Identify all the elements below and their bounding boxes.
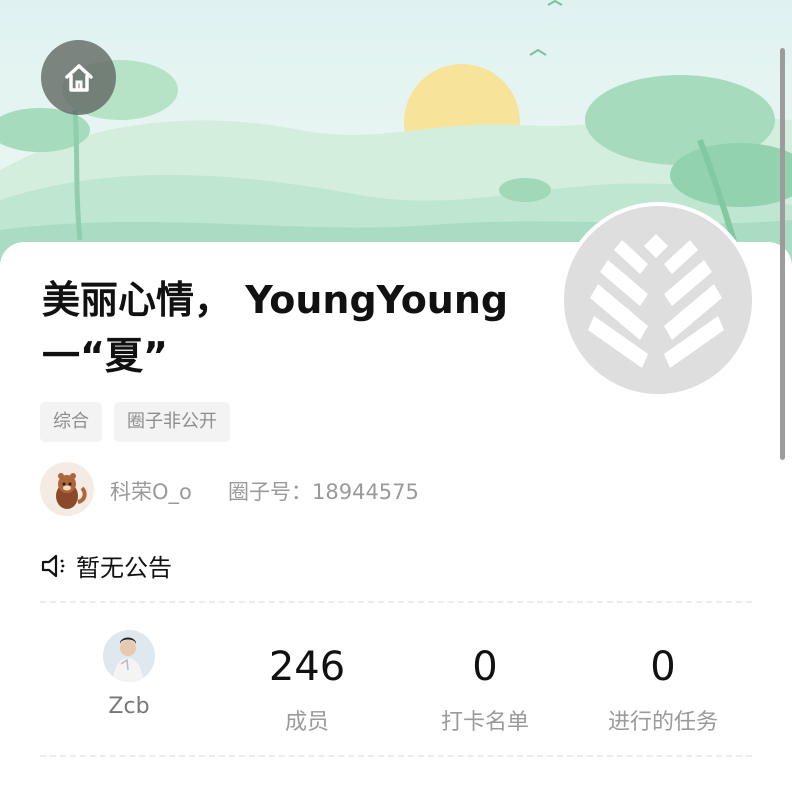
person-avatar-icon	[103, 630, 155, 682]
red-panda-avatar-icon	[56, 473, 87, 509]
members-count: 246	[268, 644, 346, 690]
divider	[40, 755, 752, 757]
owner-name[interactable]: 科荣O_o	[110, 476, 192, 506]
tasks-label: 进行的任务	[607, 710, 718, 735]
owner-avatar[interactable]	[40, 462, 94, 516]
tag-category[interactable]: 综合	[40, 402, 102, 442]
members-stat[interactable]: 246 成员	[218, 620, 396, 740]
tasks-count: 0	[650, 644, 676, 690]
checkin-stat[interactable]: 0 打卡名单	[396, 620, 574, 740]
members-label: 成员	[284, 710, 329, 735]
tag-list: 综合 圈子非公开	[40, 402, 230, 442]
home-icon	[64, 63, 93, 92]
member-preview[interactable]: Zcb	[40, 620, 218, 740]
announcement-text: 暂无公告	[76, 554, 172, 582]
announcement-row[interactable]: 暂无公告	[40, 548, 172, 583]
circle-title: 美丽心情， YoungYoung一“夏”	[42, 278, 509, 378]
member-avatar	[103, 630, 155, 682]
tag-privacy[interactable]: 圈子非公开	[114, 402, 230, 442]
checkin-label: 打卡名单	[440, 710, 529, 735]
member-name: Zcb	[108, 694, 150, 719]
home-button[interactable]	[41, 40, 116, 115]
tasks-stat[interactable]: 0 进行的任务	[574, 620, 752, 740]
checkin-count: 0	[472, 644, 498, 690]
scrollbar[interactable]	[780, 48, 785, 460]
divider	[40, 601, 752, 603]
circle-number: 圈子号：18944575	[228, 480, 419, 504]
circle-logo	[560, 202, 756, 398]
wheat-leaf-icon	[588, 234, 724, 368]
stats-row: Zcb 246 成员 0 打卡名单 0 进行的任务	[40, 620, 752, 740]
speaker-icon	[41, 554, 65, 577]
